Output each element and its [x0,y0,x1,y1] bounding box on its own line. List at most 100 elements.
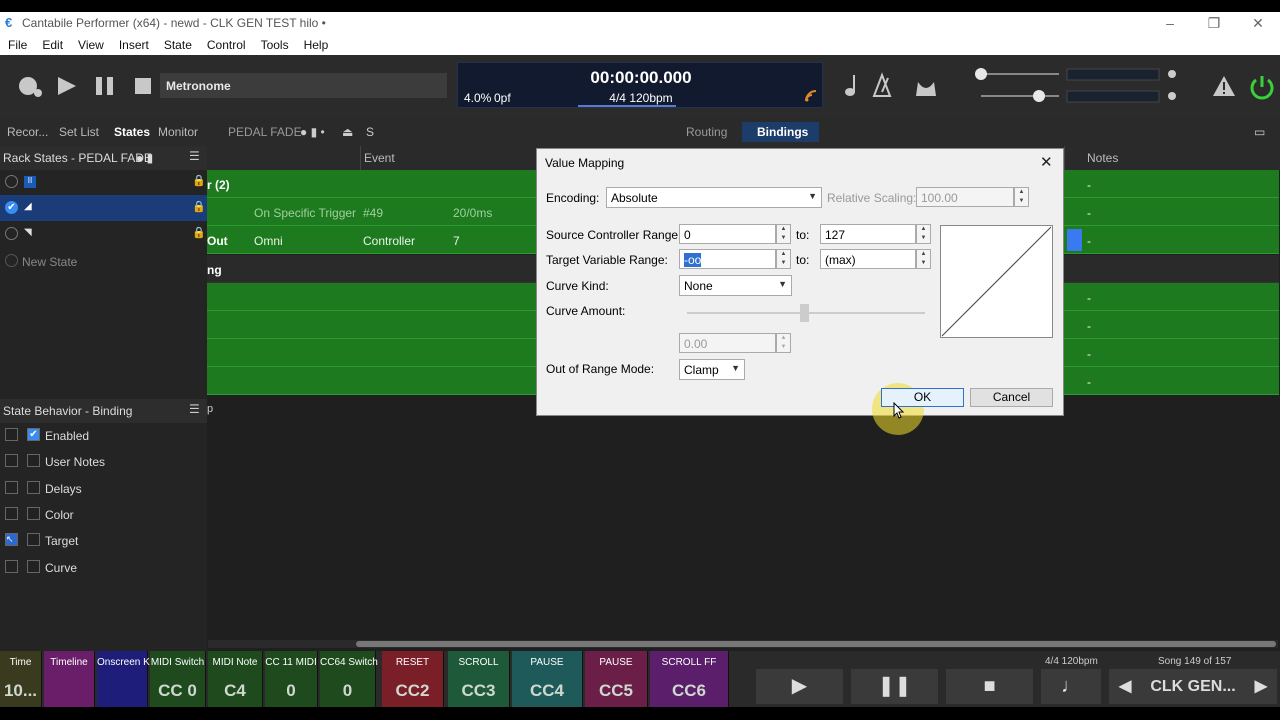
restore-button[interactable]: ❐ [1192,12,1236,34]
menu-file[interactable]: File [0,34,34,52]
target-to-spinner[interactable]: ▲ ▼ [916,249,931,269]
behavior-checkbox[interactable] [27,480,40,494]
chevron-down-icon: ▼ [731,363,740,373]
state-radio[interactable] [5,175,18,188]
menu-tools[interactable]: Tools [253,34,296,52]
bottom-pause-button[interactable]: ❚❚ [851,669,938,704]
bottom-stop-button[interactable]: ■ [946,669,1033,704]
rack-states-header: Rack States - PEDAL FADE ● ▮ ☰ [0,146,207,170]
record-icon[interactable] [19,77,42,97]
behavior-select-checkbox[interactable] [5,480,18,494]
behavior-checkbox[interactable] [27,506,40,520]
behavior-select-checkbox[interactable] [5,559,18,573]
warning-icon[interactable] [1213,76,1235,96]
song-name: PEDAL FADE [228,125,302,139]
next-song-icon[interactable]: ▶ [1255,669,1267,704]
stop-icon[interactable] [135,78,151,94]
state-behavior-title: State Behavior - Binding [3,404,133,418]
horizontal-scrollbar[interactable] [208,640,1278,648]
input-gain-knob[interactable] [975,68,987,80]
state-row-selected[interactable]: ✔ ◢ 🔒 [0,195,207,221]
tap-tempo-icon[interactable] [916,82,936,96]
source-to-spinner[interactable]: ▲ ▼ [916,224,931,244]
tab-monitor[interactable]: Monitor [158,125,198,139]
bottom-binding-button[interactable]: MIDI Switch CC 0 [150,651,206,707]
target-from-field[interactable]: -oo [679,249,776,269]
state-radio[interactable] [5,227,18,240]
tab-bindings[interactable]: Bindings [757,125,808,139]
encoding-select[interactable]: Absolute ▼ [606,187,822,208]
behavior-row[interactable]: ↖ Target [0,527,207,553]
bottom-binding-button[interactable]: Timeline [44,651,95,707]
target-from-spinner[interactable]: ▲ ▼ [776,249,791,269]
state-row[interactable]: II 🔒 [0,169,207,195]
minimize-button[interactable]: – [1148,12,1192,34]
bottom-note-button[interactable]: ♩ [1041,669,1101,704]
state-row[interactable]: ◥ 🔒 [0,221,207,247]
tab-routing[interactable]: Routing [686,125,727,139]
curve-kind-select[interactable]: None ▼ [679,275,792,296]
menu-edit[interactable]: Edit [34,34,70,52]
scrollbar-thumb[interactable] [356,641,1276,647]
behavior-select-checkbox[interactable] [5,506,18,520]
behavior-label: Curve [45,560,78,575]
close-window-button[interactable]: ✕ [1236,12,1280,34]
source-from-field[interactable]: 0 [679,224,776,244]
dialog-close-button[interactable]: ✕ [1040,153,1053,171]
bottom-binding-button[interactable]: MIDI Note C4 [208,651,263,707]
tab-states[interactable]: States [114,125,150,139]
behavior-select-checkbox[interactable] [5,428,18,441]
bottom-binding-button[interactable]: PAUSE CC5 [585,651,648,707]
tab-set-list[interactable]: Set List [59,125,99,139]
column-notes[interactable]: Notes [1087,151,1118,165]
panel-toggle-icon[interactable]: ▭ [1254,125,1265,139]
behavior-checkbox[interactable]: ✔ [27,428,40,441]
rack-states-menu-icon[interactable]: ☰ [189,149,200,163]
cancel-button[interactable]: Cancel [970,388,1053,407]
behavior-row[interactable]: User Notes [0,448,207,474]
pause-icon[interactable] [96,77,113,95]
behavior-select-checkbox[interactable] [5,454,18,468]
note-icon[interactable] [845,75,855,96]
bottom-binding-button[interactable]: SCROLL CC3 [448,651,510,707]
new-state-row[interactable]: New State [0,248,207,274]
metronome-icon[interactable] [872,72,892,97]
output-gain-knob[interactable] [1033,90,1045,102]
out-of-range-select[interactable]: Clamp ▼ [679,359,745,380]
behavior-checkbox[interactable] [27,559,40,573]
state-behavior-menu-icon[interactable]: ☰ [189,402,200,416]
bottom-binding-button[interactable]: CC 11 MIDI 0 [265,651,318,707]
bottom-binding-button[interactable]: CC64 Switch 0 [320,651,378,707]
state-check-icon[interactable]: ✔ [5,201,18,214]
bottom-binding-button[interactable]: PAUSE CC4 [512,651,583,707]
bottom-binding-button[interactable]: Time 10... [0,651,42,707]
play-icon[interactable] [58,77,76,95]
source-to-field[interactable]: 127 [820,224,916,244]
source-from-spinner[interactable]: ▲ ▼ [776,224,791,244]
power-icon[interactable] [1250,76,1274,100]
new-state-radio[interactable] [5,254,18,267]
column-event[interactable]: Event [364,151,395,165]
bottom-play-button[interactable]: ▶ [756,669,843,704]
behavior-checkbox[interactable] [27,454,40,468]
behavior-row[interactable]: Curve [0,554,207,580]
eject-icon[interactable]: ⏏ [342,125,353,139]
metronome-slot[interactable]: Metronome [160,73,447,98]
song-selector[interactable]: ◀ CLK GEN... ▶ [1109,669,1277,704]
behavior-select-checkbox[interactable]: ↖ [5,533,18,547]
bottom-binding-button[interactable]: Onscreen Keys [97,651,165,707]
menu-control[interactable]: Control [199,34,253,52]
target-to-field[interactable]: (max) [820,249,916,269]
behavior-row[interactable]: Delays [0,475,207,501]
menu-insert[interactable]: Insert [111,34,156,52]
bottom-binding-button[interactable]: RESET CC2 [382,651,444,707]
menu-help[interactable]: Help [296,34,336,52]
menu-state[interactable]: State [156,34,199,52]
behavior-checkbox[interactable] [27,533,40,547]
bottom-binding-button[interactable]: SCROLL FF CC6 [650,651,729,707]
behavior-row[interactable]: ✔ Enabled [0,422,207,448]
tab-recorder[interactable]: Recor... [7,125,48,139]
menu-view[interactable]: View [70,34,111,52]
prev-song-icon[interactable]: ◀ [1119,669,1131,704]
behavior-row[interactable]: Color [0,501,207,527]
